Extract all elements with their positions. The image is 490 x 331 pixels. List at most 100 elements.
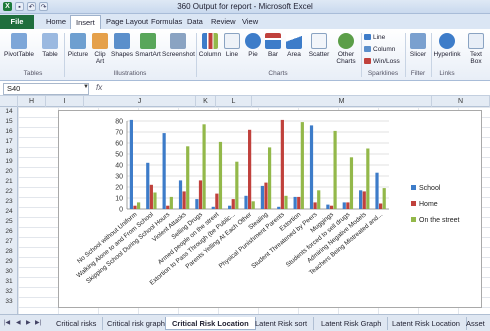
first-sheet-icon[interactable]: |◀: [4, 319, 10, 326]
column-header[interactable]: K: [196, 96, 216, 107]
bar-home: [166, 205, 170, 209]
group-charts: Charts: [268, 70, 288, 77]
bar-school: [129, 119, 133, 209]
tab-view[interactable]: View: [237, 15, 263, 29]
smartart-button[interactable]: SmartArt: [134, 33, 162, 58]
column-header[interactable]: J: [84, 96, 196, 107]
hyperlink-button[interactable]: Hyperlink: [432, 33, 462, 58]
bar-on-the-street: [284, 195, 288, 209]
sparkline-column-button[interactable]: Column: [364, 46, 395, 53]
row-header[interactable]: 30: [0, 267, 18, 277]
row-header[interactable]: 33: [0, 297, 18, 307]
screenshot-button[interactable]: Screenshot: [162, 33, 195, 58]
line-chart-button[interactable]: Line: [223, 33, 241, 58]
row-header[interactable]: 31: [0, 277, 18, 287]
row-header[interactable]: 22: [0, 187, 18, 197]
row-header[interactable]: 17: [0, 137, 18, 147]
prev-sheet-icon[interactable]: ◀: [16, 319, 21, 326]
row-header[interactable]: 28: [0, 247, 18, 257]
row-header[interactable]: 29: [0, 257, 18, 267]
bar-chart-button[interactable]: Bar: [264, 33, 282, 58]
area-chart-icon: [286, 33, 302, 49]
sheet-tab[interactable]: Critical risks: [50, 317, 104, 330]
scatter-chart-button[interactable]: Scatter: [306, 33, 332, 58]
row-header[interactable]: 26: [0, 227, 18, 237]
sheet-tab[interactable]: Critical risk graph: [101, 317, 172, 330]
bar-on-the-street: [153, 192, 157, 209]
select-all-corner[interactable]: [0, 96, 18, 107]
tab-data[interactable]: Data: [182, 15, 208, 29]
column-header[interactable]: I: [46, 96, 84, 107]
tab-file[interactable]: File: [0, 15, 34, 29]
insert-function-icon[interactable]: fx: [96, 83, 102, 92]
tab-review[interactable]: Review: [206, 15, 241, 29]
tab-insert[interactable]: Insert: [70, 15, 101, 29]
clipart-icon: [92, 33, 108, 49]
row-header[interactable]: 19: [0, 157, 18, 167]
bar-chart-icon: [265, 33, 281, 49]
chart-area[interactable]: 0 10 20 30 40 50 60 70 80 No School without Unifo…: [58, 110, 482, 308]
column-header[interactable]: M: [252, 96, 432, 107]
row-header[interactable]: 32: [0, 287, 18, 297]
pie-chart-icon: [245, 33, 261, 49]
sheet-tab-active[interactable]: Critical Risk Location: [165, 317, 256, 330]
sheet-tab[interactable]: Latent Risk Graph: [315, 317, 389, 330]
bar-home: [346, 202, 350, 209]
sparkline-line-button[interactable]: Line: [364, 34, 385, 41]
x-tick-label: No School without Uniform: [76, 211, 138, 265]
y-tick-label: 80: [115, 119, 123, 126]
column-header[interactable]: N: [432, 96, 490, 107]
clustered-column-chart: 0 10 20 30 40 50 60 70 80 No School without Unifo…: [75, 119, 459, 287]
last-sheet-icon[interactable]: ▶|: [35, 319, 41, 326]
group-filter: Filter: [410, 70, 426, 77]
sheet-tab[interactable]: Latent Risk Location: [386, 317, 467, 330]
clipart-button[interactable]: Clip Art: [91, 33, 109, 65]
column-header[interactable]: H: [18, 96, 46, 107]
row-header[interactable]: 16: [0, 127, 18, 137]
bar-school: [228, 205, 232, 209]
row-header[interactable]: 25: [0, 217, 18, 227]
column-headers: H I J K L M N: [0, 96, 490, 107]
area-chart-button[interactable]: Area: [284, 33, 304, 58]
legend-swatch: [411, 201, 416, 206]
sheet-tab[interactable]: Latent Risk sort: [249, 317, 315, 330]
tab-home[interactable]: Home: [41, 15, 71, 29]
slicer-button[interactable]: Slicer: [407, 33, 429, 58]
pivottable-button[interactable]: PivotTable: [4, 33, 34, 58]
picture-button[interactable]: Picture: [66, 33, 90, 58]
column-header[interactable]: L: [216, 96, 252, 107]
pivottable-icon: [11, 33, 27, 49]
name-box[interactable]: S40: [3, 83, 89, 95]
bar-home: [379, 203, 383, 209]
bar-on-the-street: [349, 157, 354, 209]
row-header[interactable]: 18: [0, 147, 18, 157]
formula-bar: S40 ▼ fx: [0, 82, 490, 96]
bar-on-the-street: [186, 146, 190, 209]
bar-home: [149, 184, 153, 209]
row-header[interactable]: 15: [0, 117, 18, 127]
row-header[interactable]: 14: [0, 107, 18, 117]
column-chart-button[interactable]: Column: [198, 33, 222, 58]
bar-school: [309, 125, 314, 209]
other-charts-button[interactable]: Other Charts: [334, 33, 358, 65]
row-header[interactable]: 23: [0, 197, 18, 207]
name-box-dropdown-icon[interactable]: ▼: [83, 84, 89, 90]
sparkline-winloss-button[interactable]: Win/Loss: [364, 58, 400, 65]
bar-school: [178, 180, 183, 209]
next-sheet-icon[interactable]: ▶: [26, 319, 31, 326]
other-charts-icon: [338, 33, 354, 49]
row-header[interactable]: 24: [0, 207, 18, 217]
legend-swatch: [411, 185, 416, 190]
group-links: Links: [439, 70, 455, 77]
pie-chart-button[interactable]: Pie: [244, 33, 262, 58]
table-button[interactable]: Table: [38, 33, 62, 58]
bar-school: [162, 133, 166, 209]
group-tables: Tables: [23, 70, 43, 77]
textbox-button[interactable]: Text Box: [465, 33, 487, 65]
sheet-tab[interactable]: Asset: [460, 317, 490, 330]
row-header[interactable]: 20: [0, 167, 18, 177]
shapes-button[interactable]: Shapes: [111, 33, 133, 58]
row-header[interactable]: 21: [0, 177, 18, 187]
y-tick-label: 60: [115, 141, 123, 148]
row-header[interactable]: 27: [0, 237, 18, 247]
